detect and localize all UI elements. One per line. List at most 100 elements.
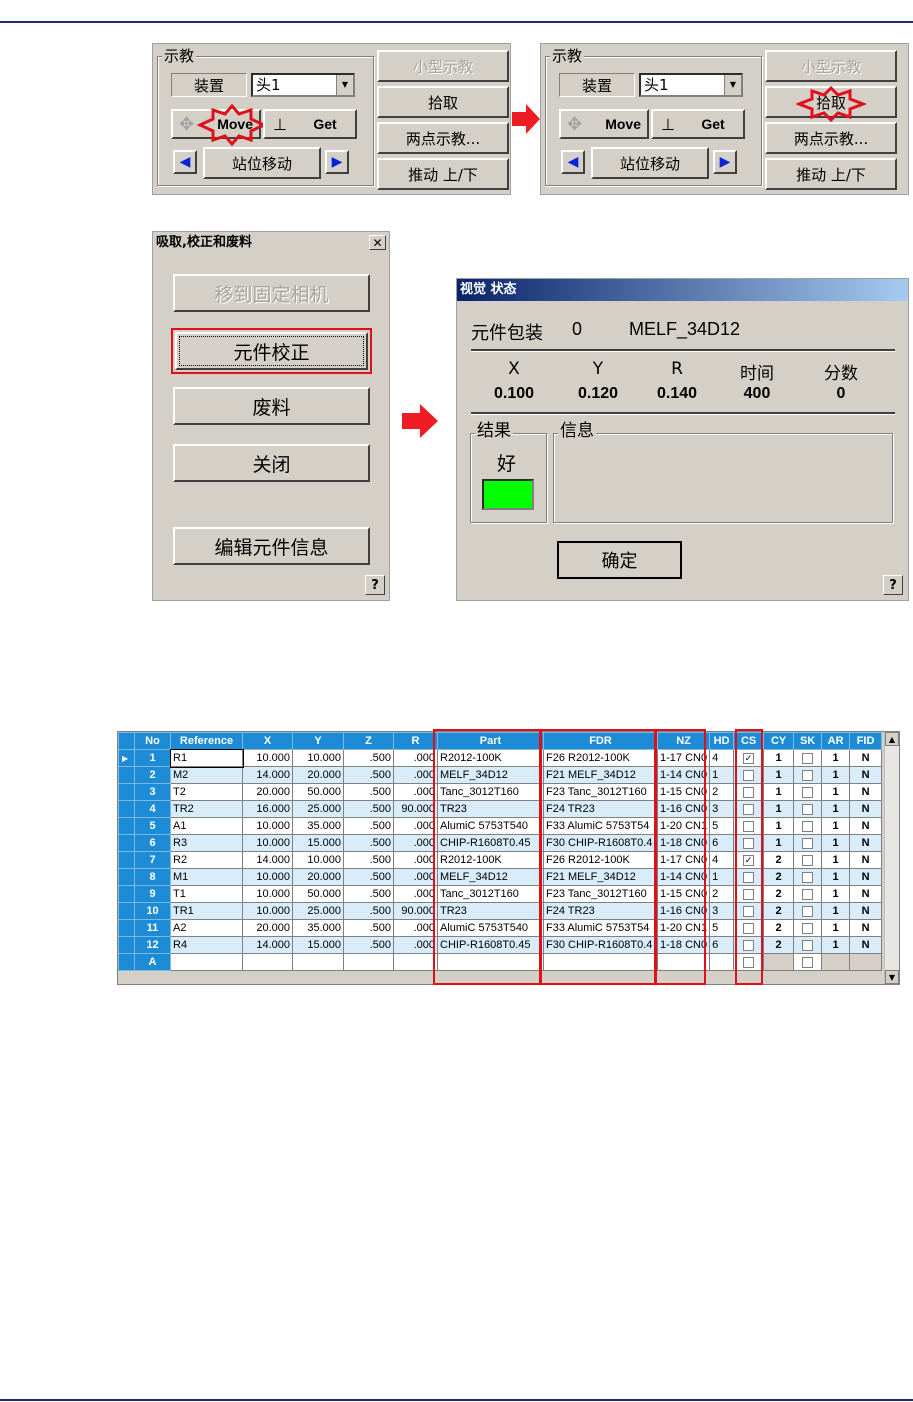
- checkbox[interactable]: [802, 871, 814, 883]
- device-select[interactable]: 头1 ▼: [251, 73, 355, 97]
- cell-ar[interactable]: 1: [821, 936, 851, 954]
- scroll-down-icon[interactable]: ▼: [885, 970, 899, 984]
- checkbox[interactable]: [802, 786, 814, 798]
- cell-x[interactable]: 10.000: [242, 817, 293, 835]
- chevron-down-icon[interactable]: ▼: [724, 75, 741, 95]
- cell-ref[interactable]: M1: [170, 868, 243, 886]
- empty-cell[interactable]: [763, 953, 795, 971]
- cell-ref[interactable]: A2: [170, 919, 243, 937]
- cell-z[interactable]: .500: [343, 766, 394, 784]
- cell-fid[interactable]: N: [849, 919, 883, 937]
- cell-ar[interactable]: 1: [821, 885, 851, 903]
- cell-y[interactable]: 25.000: [292, 800, 344, 818]
- checkbox[interactable]: [802, 752, 814, 764]
- row-indicator[interactable]: [118, 834, 135, 852]
- cell-fid[interactable]: N: [849, 817, 883, 835]
- cell-y[interactable]: 20.000: [292, 766, 344, 784]
- checkbox[interactable]: [802, 769, 814, 781]
- cell-fid[interactable]: N: [849, 936, 883, 954]
- chevron-down-icon[interactable]: ▼: [336, 75, 353, 95]
- cell-x[interactable]: 14.000: [242, 766, 293, 784]
- cell-z[interactable]: .500: [343, 936, 394, 954]
- cell-fid[interactable]: N: [849, 766, 883, 784]
- close-button[interactable]: 关闭: [173, 444, 370, 482]
- cell-x[interactable]: 20.000: [242, 919, 293, 937]
- cell-cy[interactable]: 2: [763, 902, 795, 920]
- device-select[interactable]: 头1 ▼: [639, 73, 743, 97]
- cell-hd[interactable]: 2: [709, 885, 735, 903]
- cell-z[interactable]: .500: [343, 885, 394, 903]
- station-next-button[interactable]: ▶: [713, 150, 737, 174]
- empty-cell[interactable]: [292, 953, 344, 971]
- station-move-button[interactable]: 站位移动: [203, 147, 321, 179]
- cell-hd[interactable]: 6: [709, 834, 735, 852]
- station-move-button[interactable]: 站位移动: [591, 147, 709, 179]
- row-indicator[interactable]: [118, 902, 135, 920]
- row-indicator[interactable]: [118, 766, 135, 784]
- cell-cy[interactable]: 1: [763, 766, 795, 784]
- cell-cy[interactable]: 2: [763, 885, 795, 903]
- cell-y[interactable]: 50.000: [292, 783, 344, 801]
- help-icon[interactable]: ?: [365, 575, 385, 595]
- two-point-teach-button[interactable]: 两点示教...: [377, 122, 509, 154]
- cell-z[interactable]: .500: [343, 817, 394, 835]
- column-header[interactable]: No: [134, 732, 171, 750]
- cell-z[interactable]: .500: [343, 851, 394, 869]
- cell-z[interactable]: .500: [343, 834, 394, 852]
- column-header[interactable]: CY: [763, 732, 795, 750]
- cell-y[interactable]: 10.000: [292, 851, 344, 869]
- cell-ar[interactable]: 1: [821, 919, 851, 937]
- push-updown-button[interactable]: 推动 上/下: [377, 158, 509, 190]
- component-align-button[interactable]: 元件校正: [175, 332, 368, 370]
- cell-hd[interactable]: 1: [709, 868, 735, 886]
- row-pointer-icon[interactable]: ▶: [118, 749, 135, 767]
- cell-r[interactable]: .000: [393, 817, 438, 835]
- cell-ar[interactable]: 1: [821, 749, 851, 767]
- cell-hd[interactable]: 4: [709, 851, 735, 869]
- cell-ref[interactable]: TR2: [170, 800, 243, 818]
- cell-ar[interactable]: 1: [821, 834, 851, 852]
- cell-hd[interactable]: 5: [709, 919, 735, 937]
- two-point-teach-button[interactable]: 两点示教...: [765, 122, 897, 154]
- station-prev-button[interactable]: ◀: [173, 150, 197, 174]
- cell-r[interactable]: .000: [393, 936, 438, 954]
- checkbox[interactable]: [802, 905, 814, 917]
- close-icon[interactable]: ✕: [369, 235, 386, 250]
- cell-r[interactable]: .000: [393, 919, 438, 937]
- column-header[interactable]: Z: [343, 732, 394, 750]
- station-next-button[interactable]: ▶: [325, 150, 349, 174]
- empty-cell[interactable]: [709, 953, 735, 971]
- cell-y[interactable]: 15.000: [292, 936, 344, 954]
- cell-fid[interactable]: N: [849, 902, 883, 920]
- column-header[interactable]: AR: [821, 732, 851, 750]
- cell-ar[interactable]: 1: [821, 902, 851, 920]
- empty-cell[interactable]: [343, 953, 394, 971]
- ok-button[interactable]: 确定: [557, 541, 682, 579]
- column-header[interactable]: FID: [849, 732, 883, 750]
- cell-r[interactable]: .000: [393, 749, 438, 767]
- cell-cy[interactable]: 2: [763, 936, 795, 954]
- scrap-button[interactable]: 废料: [173, 387, 370, 425]
- column-header[interactable]: SK: [793, 732, 823, 750]
- cell-fid[interactable]: N: [849, 783, 883, 801]
- column-header[interactable]: X: [242, 732, 293, 750]
- cell-y[interactable]: 10.000: [292, 749, 344, 767]
- row-indicator[interactable]: [118, 783, 135, 801]
- cell-ref[interactable]: TR1: [170, 902, 243, 920]
- cell-ref[interactable]: M2: [170, 766, 243, 784]
- cell-cy[interactable]: 2: [763, 851, 795, 869]
- vertical-scrollbar[interactable]: ▲ ▼: [884, 732, 899, 984]
- column-header[interactable]: HD: [709, 732, 735, 750]
- cell-x[interactable]: 16.000: [242, 800, 293, 818]
- cell-hd[interactable]: 3: [709, 902, 735, 920]
- cell-hd[interactable]: 5: [709, 817, 735, 835]
- cell-fid[interactable]: N: [849, 834, 883, 852]
- help-icon[interactable]: ?: [883, 575, 903, 595]
- cell-cy[interactable]: 1: [763, 749, 795, 767]
- checkbox[interactable]: [802, 888, 814, 900]
- cell-ar[interactable]: 1: [821, 868, 851, 886]
- empty-cell[interactable]: [242, 953, 293, 971]
- cell-x[interactable]: 10.000: [242, 868, 293, 886]
- cell-ref[interactable]: T1: [170, 885, 243, 903]
- cell-z[interactable]: .500: [343, 749, 394, 767]
